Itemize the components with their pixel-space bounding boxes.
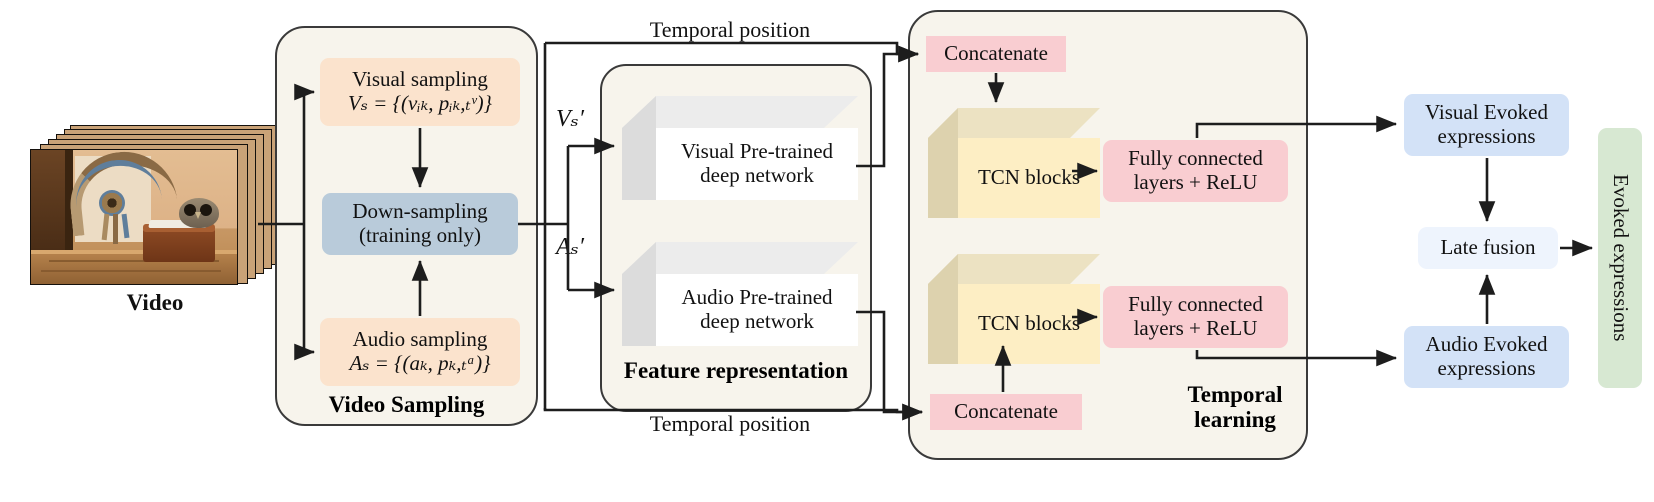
connector-layer [258, 41, 1594, 421]
wire-audio-net-to-concat-bottom [856, 310, 924, 421]
diagram-canvas: Video Visual sampling Vₛ = {(vᵢₖ, pᵢₖ,ₜᵛ… [0, 0, 1654, 502]
wire-temporal-position-top [545, 41, 920, 63]
wire-temporal-position-bottom [543, 403, 924, 421]
wire-visual-net-to-concat-top [856, 45, 920, 168]
wire-fc-bottom-to-audio-evoked [1195, 349, 1398, 367]
wire-fc-top-to-visual-evoked [1195, 115, 1398, 138]
